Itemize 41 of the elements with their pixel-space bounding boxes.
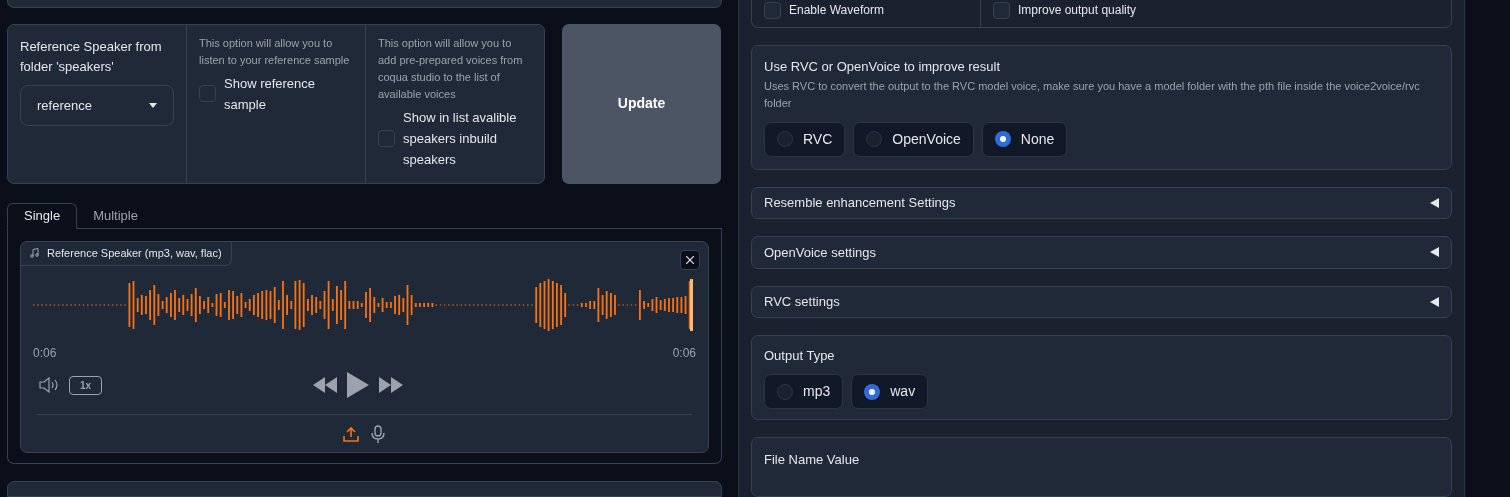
checkbox-label: Show reference sample bbox=[224, 74, 317, 114]
field-label: File Name Value bbox=[764, 451, 861, 469]
accordion-header[interactable]: OpenVoice settings bbox=[751, 236, 1452, 269]
radio-option[interactable]: wav bbox=[851, 374, 929, 409]
radio-option[interactable]: None bbox=[981, 121, 1068, 157]
checkbox-label: Enable Waveform bbox=[789, 2, 884, 18]
volume-icon[interactable] bbox=[39, 376, 59, 393]
music-note-icon bbox=[30, 248, 39, 259]
upload-icon[interactable] bbox=[343, 425, 359, 442]
checkbox-label: Show in list avalible speakers inbuild speakers bbox=[403, 108, 518, 169]
accordion-header[interactable]: RVC settings bbox=[751, 285, 1452, 318]
time-label: 0:06 bbox=[33, 344, 57, 362]
info-text: This option will allow you to add pre-prepared voices from coqua studio to the list of available voices bbox=[378, 35, 524, 102]
audio-label: Reference Speaker (mp3, wav, flac) bbox=[21, 241, 232, 266]
radio-option[interactable]: OpenVoice bbox=[853, 121, 974, 157]
checkbox[interactable] bbox=[199, 85, 216, 103]
info-text: Uses RVC to convert the output to the RVC model voice, make sure you have a model folder with the pth file inside the voice2voice/rvc folder bbox=[764, 78, 1421, 111]
speed-button[interactable]: 1x bbox=[69, 375, 102, 395]
close-icon bbox=[686, 255, 694, 264]
group-label: Output Type bbox=[764, 348, 836, 364]
tab[interactable]: Multiple bbox=[77, 202, 154, 229]
fast-forward-icon[interactable] bbox=[379, 376, 403, 393]
tab[interactable]: Single bbox=[7, 202, 78, 229]
accordion-header[interactable]: Resemble enhancement Settings bbox=[751, 186, 1452, 220]
info-text: This option will allow you to listen to your reference sample bbox=[199, 35, 351, 68]
checkbox[interactable] bbox=[993, 2, 1010, 19]
caret-icon bbox=[149, 102, 157, 108]
radio-option[interactable]: RVC bbox=[764, 121, 846, 157]
rewind-icon[interactable] bbox=[313, 376, 337, 393]
checkbox[interactable] bbox=[378, 129, 395, 147]
radio-option[interactable]: mp3 bbox=[764, 374, 844, 409]
update-button[interactable]: Update bbox=[562, 23, 721, 184]
group-label: Use RVC or OpenVoice to improve result bbox=[764, 57, 1002, 76]
dropdown-label: Reference Speaker from folder 'speakers' bbox=[20, 37, 163, 76]
duration-label: 0:06 bbox=[672, 344, 696, 362]
checkbox[interactable] bbox=[764, 2, 781, 19]
speaker-dropdown[interactable]: reference bbox=[20, 84, 174, 126]
play-icon[interactable] bbox=[347, 371, 369, 398]
close-button[interactable] bbox=[680, 249, 700, 270]
microphone-icon[interactable] bbox=[371, 424, 385, 443]
checkbox-label: Improve output quality bbox=[1018, 2, 1137, 18]
